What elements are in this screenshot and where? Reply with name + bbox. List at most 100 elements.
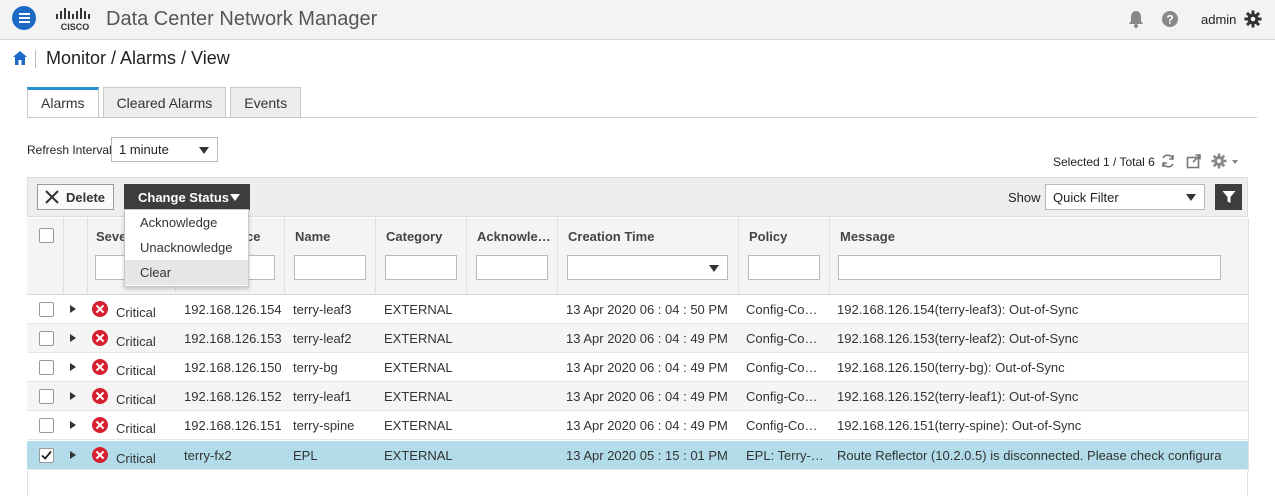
category-cell: EXTERNAL <box>384 302 453 317</box>
top-bar: CISCO Data Center Network Manager ? admi… <box>0 0 1275 40</box>
severity-cell: Critical <box>116 305 156 320</box>
tab-events[interactable]: Events <box>230 87 302 118</box>
chevron-down-icon <box>199 146 209 154</box>
message-filter-input[interactable] <box>838 255 1221 280</box>
table-row[interactable]: Critical 192.168.126.153 terry-leaf2 EXT… <box>27 324 1248 353</box>
creation-time-filter-select[interactable] <box>567 255 728 280</box>
bell-icon[interactable] <box>1128 10 1144 28</box>
checkmark-icon <box>41 450 52 460</box>
filter-button[interactable] <box>1215 184 1242 210</box>
quick-filter-select[interactable]: Quick Filter <box>1045 184 1205 210</box>
critical-icon <box>92 359 108 375</box>
home-icon[interactable] <box>12 50 28 66</box>
table-row[interactable]: Critical 192.168.126.150 terry-bg EXTERN… <box>27 353 1248 382</box>
message-cell: 192.168.126.150(terry-bg): Out-of-Sync <box>837 360 1065 375</box>
refresh-interval-select[interactable]: 1 minute <box>111 137 218 162</box>
name-cell: EPL <box>293 448 318 463</box>
source-cell: 192.168.126.150 <box>184 360 282 375</box>
menu-icon[interactable] <box>12 6 36 30</box>
policy-filter-input[interactable] <box>748 255 820 280</box>
row-checkbox[interactable] <box>39 448 54 463</box>
expand-icon[interactable] <box>70 451 76 459</box>
gear-icon[interactable] <box>1244 10 1262 28</box>
critical-icon <box>92 388 108 404</box>
expand-icon[interactable] <box>70 334 76 342</box>
message-cell: 192.168.126.151(terry-spine): Out-of-Syn… <box>837 418 1082 433</box>
show-label: Show <box>1008 190 1041 205</box>
selection-count: Selected 1 / Total 6 <box>1053 155 1155 169</box>
message-cell: Route Reflector (10.2.0.5) is disconnect… <box>837 448 1222 463</box>
refresh-interval-value: 1 minute <box>119 142 169 157</box>
name-filter-input[interactable] <box>294 255 366 280</box>
expand-icon[interactable] <box>70 392 76 400</box>
column-message[interactable]: Message <box>840 229 895 244</box>
table-row[interactable]: Critical 192.168.126.152 terry-leaf1 EXT… <box>27 382 1248 411</box>
severity-cell: Critical <box>116 334 156 349</box>
creation-time-cell: 13 Apr 2020 06 : 04 : 49 PM <box>566 389 728 404</box>
cisco-logo: CISCO <box>56 8 90 32</box>
column-severity[interactable]: Seve <box>96 229 126 244</box>
expand-icon[interactable] <box>70 421 76 429</box>
name-cell: terry-spine <box>293 418 355 433</box>
column-creation-time[interactable]: Creation Time <box>568 229 654 244</box>
expand-icon[interactable] <box>70 305 76 313</box>
source-cell: 192.168.126.153 <box>184 331 282 346</box>
svg-text:CISCO: CISCO <box>61 22 90 32</box>
change-status-button[interactable]: Change Status <box>124 184 250 210</box>
policy-cell: Config-Co… <box>746 331 818 346</box>
column-divider <box>284 218 285 295</box>
table-row[interactable]: Critical terry-fx2 EPL EXTERNAL 13 Apr 2… <box>27 441 1248 470</box>
policy-cell: Config-Co… <box>746 360 818 375</box>
severity-cell: Critical <box>116 451 156 466</box>
table-row[interactable]: Critical 192.168.126.151 terry-spine EXT… <box>27 411 1248 440</box>
name-cell: terry-leaf1 <box>293 389 352 404</box>
message-cell: 192.168.126.154(terry-leaf3): Out-of-Syn… <box>837 302 1079 317</box>
row-checkbox[interactable] <box>39 360 54 375</box>
column-divider <box>738 218 739 295</box>
column-divider <box>375 218 376 295</box>
settings-icon[interactable] <box>1211 153 1239 169</box>
row-checkbox[interactable] <box>39 302 54 317</box>
menu-item-acknowledge[interactable]: Acknowledge <box>125 210 248 235</box>
app-title: Data Center Network Manager <box>106 8 378 30</box>
table-row[interactable]: Critical 192.168.126.154 terry-leaf3 EXT… <box>27 295 1248 324</box>
policy-cell: EPL: Terry-… <box>746 448 824 463</box>
acknowledged-filter-input[interactable] <box>476 255 548 280</box>
source-cell: 192.168.126.152 <box>184 389 282 404</box>
critical-icon <box>92 330 108 346</box>
row-checkbox[interactable] <box>39 331 54 346</box>
category-cell: EXTERNAL <box>384 360 453 375</box>
refresh-interval-label: Refresh Interval <box>27 143 112 157</box>
quick-filter-value: Quick Filter <box>1053 189 1119 205</box>
export-icon[interactable] <box>1186 153 1202 169</box>
policy-cell: Config-Co… <box>746 302 818 317</box>
row-checkbox[interactable] <box>39 389 54 404</box>
name-cell: terry-bg <box>293 360 338 375</box>
tab-alarms[interactable]: Alarms <box>27 87 99 118</box>
help-icon[interactable]: ? <box>1161 10 1179 28</box>
menu-item-clear[interactable]: Clear <box>125 260 248 285</box>
category-cell: EXTERNAL <box>384 418 453 433</box>
delete-button[interactable]: Delete <box>37 184 114 210</box>
user-menu[interactable]: admin <box>1201 12 1236 27</box>
policy-cell: Config-Co… <box>746 389 818 404</box>
column-category[interactable]: Category <box>386 229 442 244</box>
column-divider <box>87 218 88 295</box>
change-status-menu: Acknowledge Unacknowledge Clear <box>124 209 249 287</box>
column-name[interactable]: Name <box>295 229 330 244</box>
category-filter-input[interactable] <box>385 255 457 280</box>
menu-item-unacknowledge[interactable]: Unacknowledge <box>125 235 248 260</box>
select-all-checkbox[interactable] <box>39 228 54 243</box>
source-cell: 192.168.126.151 <box>184 418 282 433</box>
chevron-down-icon <box>230 194 240 201</box>
expand-icon[interactable] <box>70 363 76 371</box>
column-policy[interactable]: Policy <box>749 229 787 244</box>
filter-icon <box>1222 191 1235 203</box>
chevron-down-icon <box>709 265 719 272</box>
refresh-icon[interactable] <box>1160 153 1176 169</box>
grid-scrollbar-track[interactable] <box>1248 218 1257 471</box>
tab-cleared-alarms[interactable]: Cleared Alarms <box>102 87 227 118</box>
policy-cell: Config-Co… <box>746 418 818 433</box>
row-checkbox[interactable] <box>39 418 54 433</box>
column-acknowledged[interactable]: Acknowle… <box>477 229 551 244</box>
